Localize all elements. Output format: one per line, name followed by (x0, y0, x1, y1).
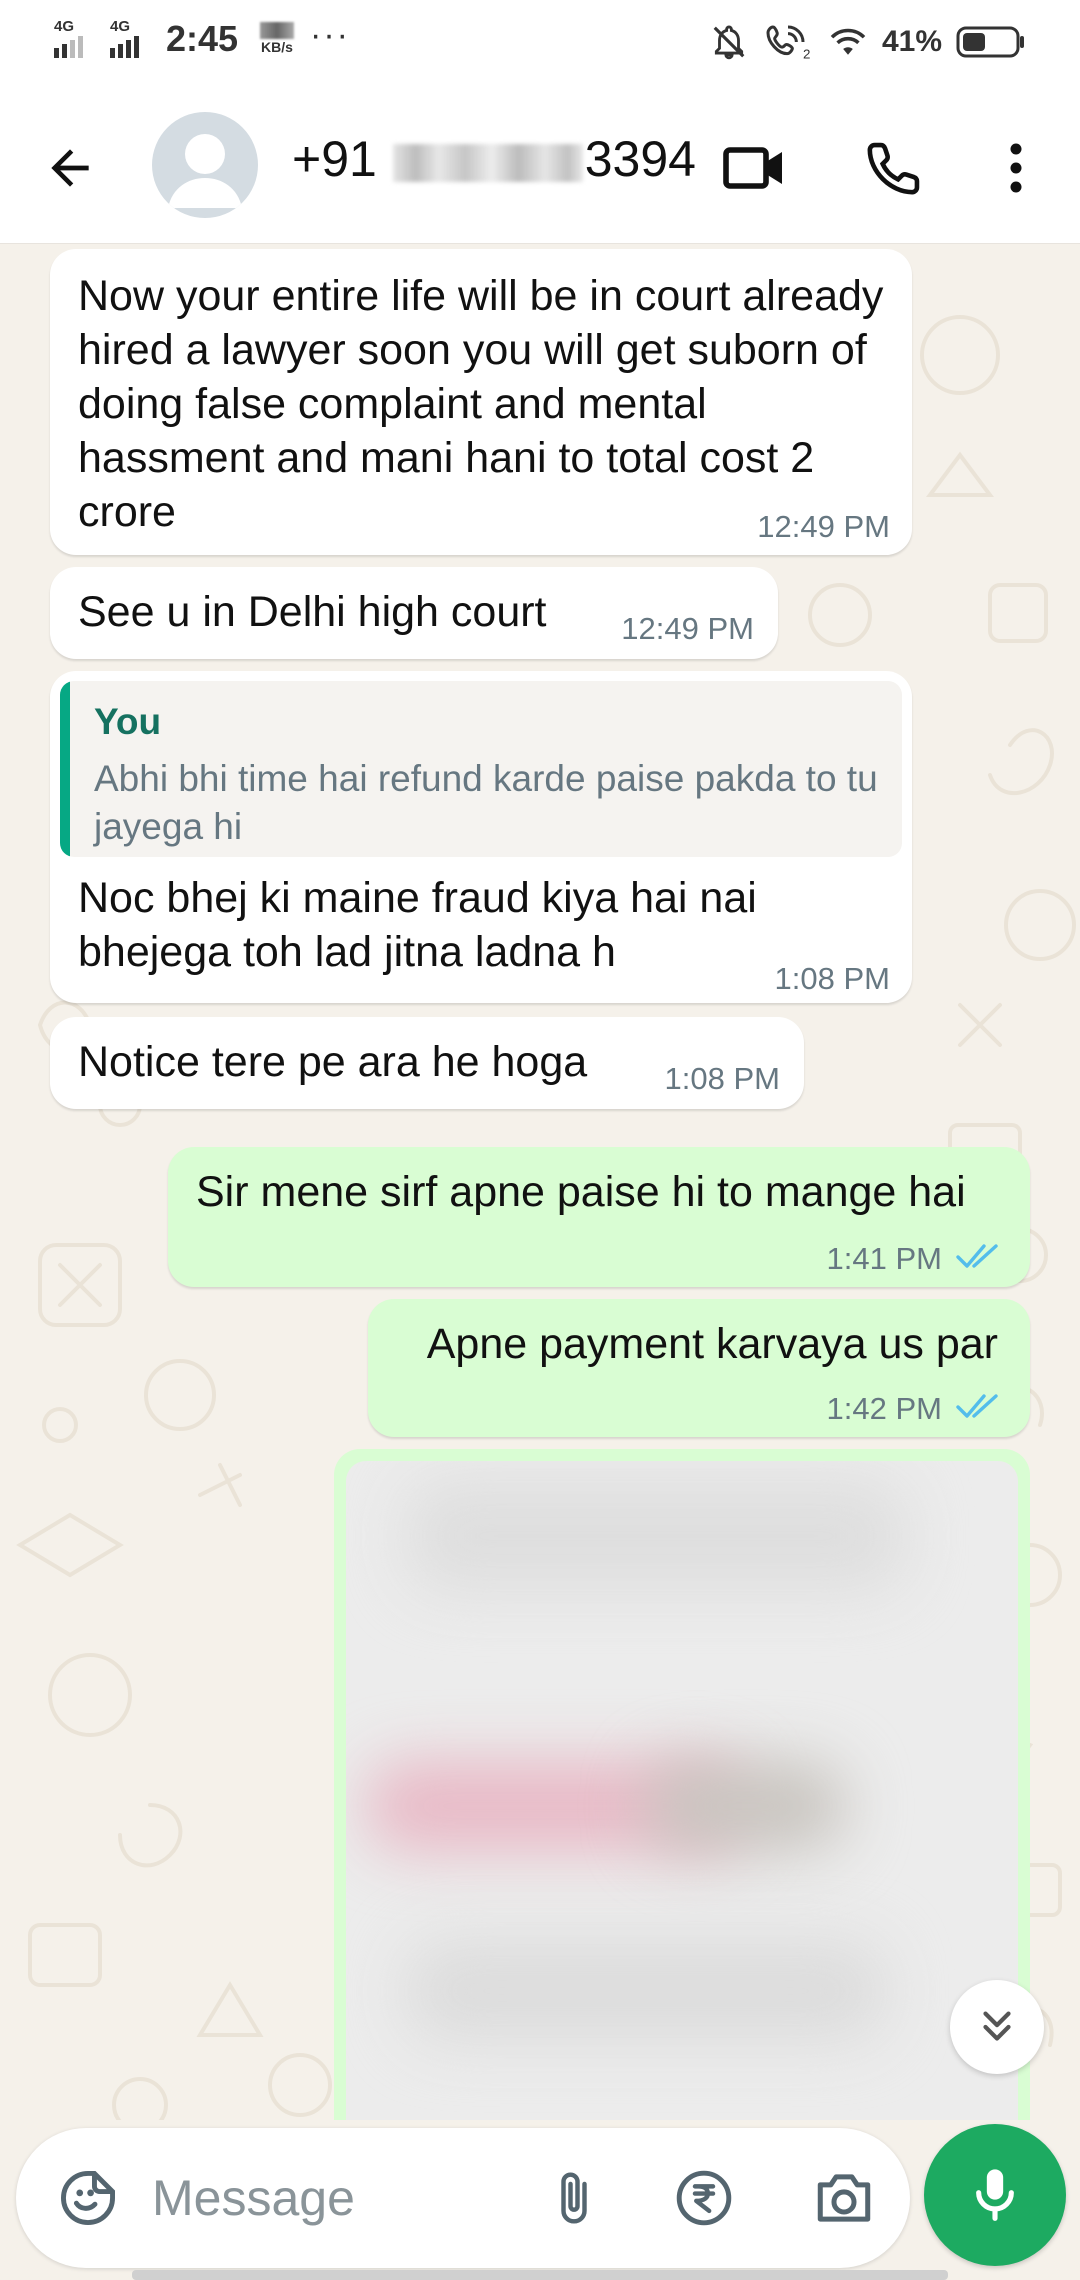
attach-button[interactable] (538, 2162, 610, 2234)
speed-unit: KB/s (261, 39, 293, 55)
message-bubble-incoming-reply[interactable]: You Abhi bhi time hai refund karde paise… (50, 671, 912, 1003)
message-time: 1:08 PM (664, 1061, 780, 1096)
message-bubble-outgoing[interactable]: Sir mene sirf apne paise hi to mange hai… (168, 1147, 1030, 1287)
speed-value-blurred (260, 22, 294, 39)
message-text: Noc bhej ki maine fraud kiya hai nai bhe… (78, 874, 757, 976)
message-bubble-incoming[interactable]: See u in Delhi high court 12:49 PM (50, 567, 778, 659)
quote-bar (60, 681, 70, 857)
status-right: 2 41% (710, 20, 1026, 64)
clock: 2:45 (166, 18, 239, 59)
svg-text:2: 2 (803, 47, 810, 62)
navigation-handle (132, 2270, 948, 2280)
blur-region (646, 1761, 846, 1851)
message-time: 12:49 PM (757, 509, 890, 544)
message-composer (16, 2128, 910, 2268)
message-time: 1:42 PM (826, 1391, 942, 1426)
quoted-message[interactable]: You Abhi bhi time hai refund karde paise… (60, 681, 902, 857)
quote-sender: You (94, 701, 162, 742)
message-time: 1:41 PM (826, 1241, 942, 1276)
chat-area[interactable]: Now your entire life will be in court al… (0, 245, 1080, 2120)
voice-call-button[interactable] (858, 132, 930, 204)
message-text: Sir mene sirf apne paise hi to mange hai (196, 1168, 966, 1216)
back-button[interactable] (30, 128, 110, 208)
message-text: Apne payment karvaya us par (426, 1320, 998, 1368)
status-bar: 4G 4G 2:45 KB/s ··· 2 41% (0, 0, 1080, 84)
phone-icon (867, 142, 920, 195)
wifi-calling-icon: 2 (766, 25, 810, 62)
network-indicator: 4G 4G (54, 18, 174, 64)
avatar[interactable] (152, 112, 258, 218)
message-bubble-incoming[interactable]: Now your entire life will be in court al… (50, 249, 912, 555)
message-text: See u in Delhi high court (78, 588, 547, 636)
contact-suffix: 3394 (584, 131, 696, 187)
battery-icon (956, 26, 1024, 58)
message-input[interactable] (152, 2160, 512, 2236)
signal-icon (54, 36, 139, 58)
contact-number-masked (392, 143, 583, 182)
image-thumbnail-blurred[interactable] (346, 1461, 1018, 2120)
camera-button[interactable] (808, 2162, 880, 2234)
battery-percent: 41% (881, 25, 942, 58)
bell-muted-icon (713, 25, 745, 60)
message-text: Now your entire life will be in court al… (78, 272, 884, 536)
message-image-outgoing[interactable] (334, 1449, 1030, 2120)
message-text: Notice tere pe ara he hoga (78, 1038, 588, 1086)
data-speed: KB/s (254, 22, 300, 56)
quote-text: Abhi bhi time hai refund karde paise pak… (94, 758, 878, 847)
more-vert-icon (1010, 143, 1022, 193)
video-call-button[interactable] (718, 132, 790, 204)
mic-icon (976, 2169, 1014, 2221)
attach-icon (561, 2172, 587, 2224)
sticker-button[interactable] (52, 2162, 124, 2234)
status-more: ··· (310, 16, 350, 54)
back-arrow-icon (51, 149, 89, 187)
message-time: 12:49 PM (621, 611, 754, 646)
blur-region (406, 1941, 886, 2041)
sticker-icon (61, 2171, 115, 2225)
scroll-down-icon (983, 2011, 1011, 2041)
avatar-icon (168, 134, 242, 208)
message-time: 1:08 PM (774, 961, 890, 996)
voice-message-button[interactable] (924, 2124, 1066, 2266)
payment-button[interactable] (668, 2162, 740, 2234)
message-bubble-incoming[interactable]: Notice tere pe ara he hoga 1:08 PM (50, 1017, 804, 1109)
read-ticks-icon (956, 1394, 998, 1418)
contact-name[interactable]: +91 3394 (292, 130, 696, 188)
wifi-icon (830, 28, 866, 55)
camera-icon (817, 2174, 871, 2222)
message-bubble-outgoing[interactable]: Apne payment karvaya us par 1:42 PM (368, 1299, 1030, 1437)
read-ticks-icon (956, 1244, 998, 1268)
scroll-to-bottom-button[interactable] (950, 1980, 1044, 2074)
chat-header: +91 3394 (0, 84, 1080, 244)
contact-prefix: +91 (292, 131, 377, 187)
more-options-button[interactable] (980, 132, 1052, 204)
blur-region (406, 1481, 906, 1591)
video-call-icon (723, 147, 782, 189)
rupee-icon (676, 2170, 732, 2226)
